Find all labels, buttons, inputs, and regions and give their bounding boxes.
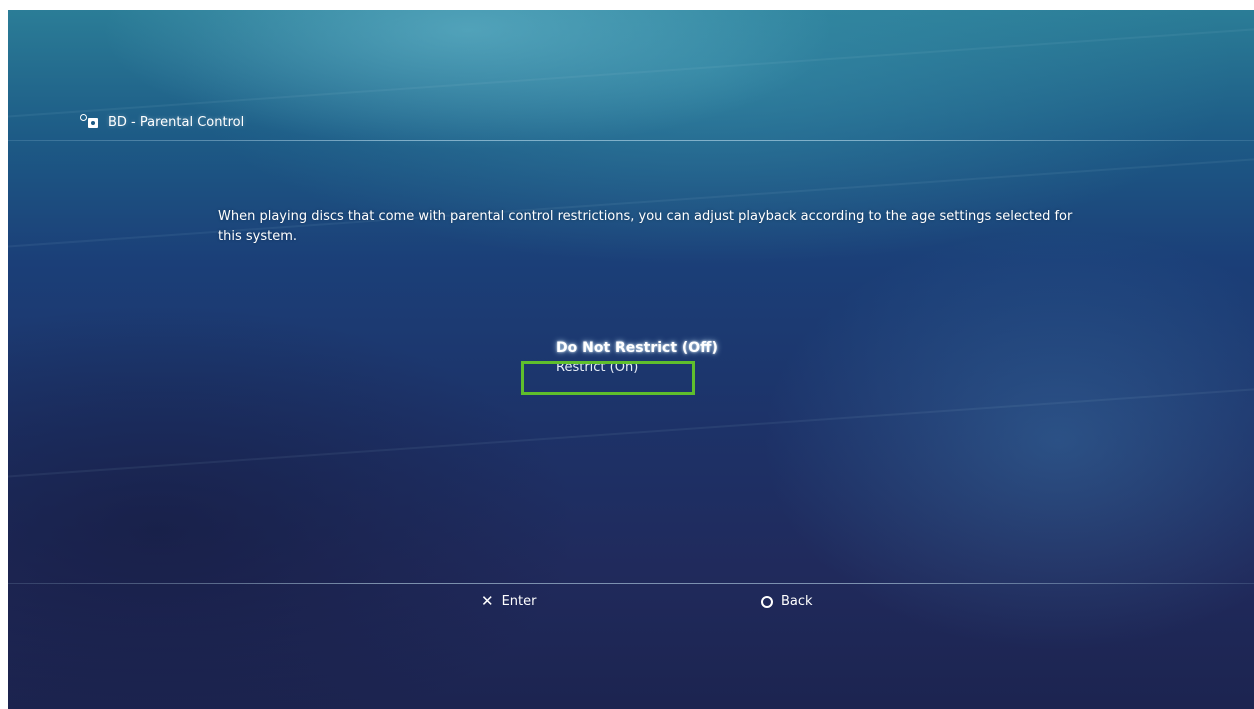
circle-button-icon [761,595,773,608]
page-title: BD - Parental Control [108,114,245,130]
cross-button-icon: ✕ [481,592,494,610]
back-button[interactable]: Back [761,594,813,609]
description-text: When playing discs that come with parent… [218,209,1073,244]
background-streak [8,17,1254,125]
footer-divider [8,583,1254,584]
page-header: BD - Parental Control [78,114,244,130]
option-do-not-restrict[interactable]: Do Not Restrict (Off) [556,340,718,356]
enter-button[interactable]: ✕ Enter [481,592,537,610]
ps3-settings-screen: BD - Parental Control When playing discs… [8,10,1254,709]
header-divider [8,140,1254,141]
back-label: Back [781,594,813,609]
enter-label: Enter [501,594,537,609]
highlight-box [521,361,695,395]
parental-control-icon [78,114,102,130]
